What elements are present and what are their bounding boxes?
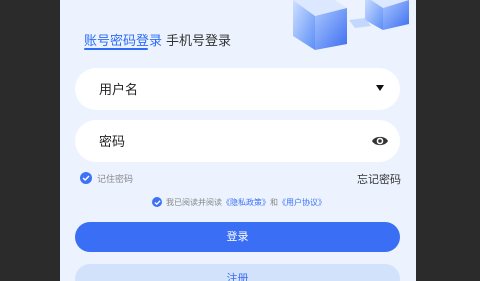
checkmark-icon <box>82 175 90 181</box>
decorative-cubes-illustration <box>293 0 409 50</box>
checkmark-icon <box>153 199 161 205</box>
privacy-policy-link[interactable]: 《隐私政策》 <box>222 198 270 207</box>
agreement-checkbox[interactable] <box>152 197 162 207</box>
username-field-container <box>75 68 400 112</box>
agreement-prefix: 我已阅读并阅读 <box>166 198 222 207</box>
forgot-password-link[interactable]: 忘记密码 <box>357 171 401 187</box>
tab-account-password[interactable]: 账号密码登录 <box>84 30 162 49</box>
login-button[interactable]: 登录 <box>75 222 400 252</box>
remember-password-label: 记住密码 <box>97 175 134 185</box>
agreement-connector: 和 <box>270 198 278 207</box>
remember-checkbox[interactable] <box>80 172 92 184</box>
login-screen: 账号密码登录 手机号登录 记住密码 忘记密码 我已阅读并阅读《隐私政策》和《用户… <box>60 0 416 281</box>
user-agreement-link[interactable]: 《用户协议》 <box>278 198 326 207</box>
active-tab-indicator <box>84 48 148 50</box>
password-field-container <box>75 120 400 164</box>
eye-icon[interactable] <box>371 133 389 149</box>
register-button[interactable]: 注册 <box>75 264 400 281</box>
password-input[interactable] <box>97 120 361 164</box>
tab-phone-login[interactable]: 手机号登录 <box>166 30 231 49</box>
triangle-down-icon[interactable] <box>376 85 384 91</box>
agreement-text: 我已阅读并阅读《隐私政策》和《用户协议》 <box>166 197 326 208</box>
username-input[interactable] <box>97 68 361 112</box>
